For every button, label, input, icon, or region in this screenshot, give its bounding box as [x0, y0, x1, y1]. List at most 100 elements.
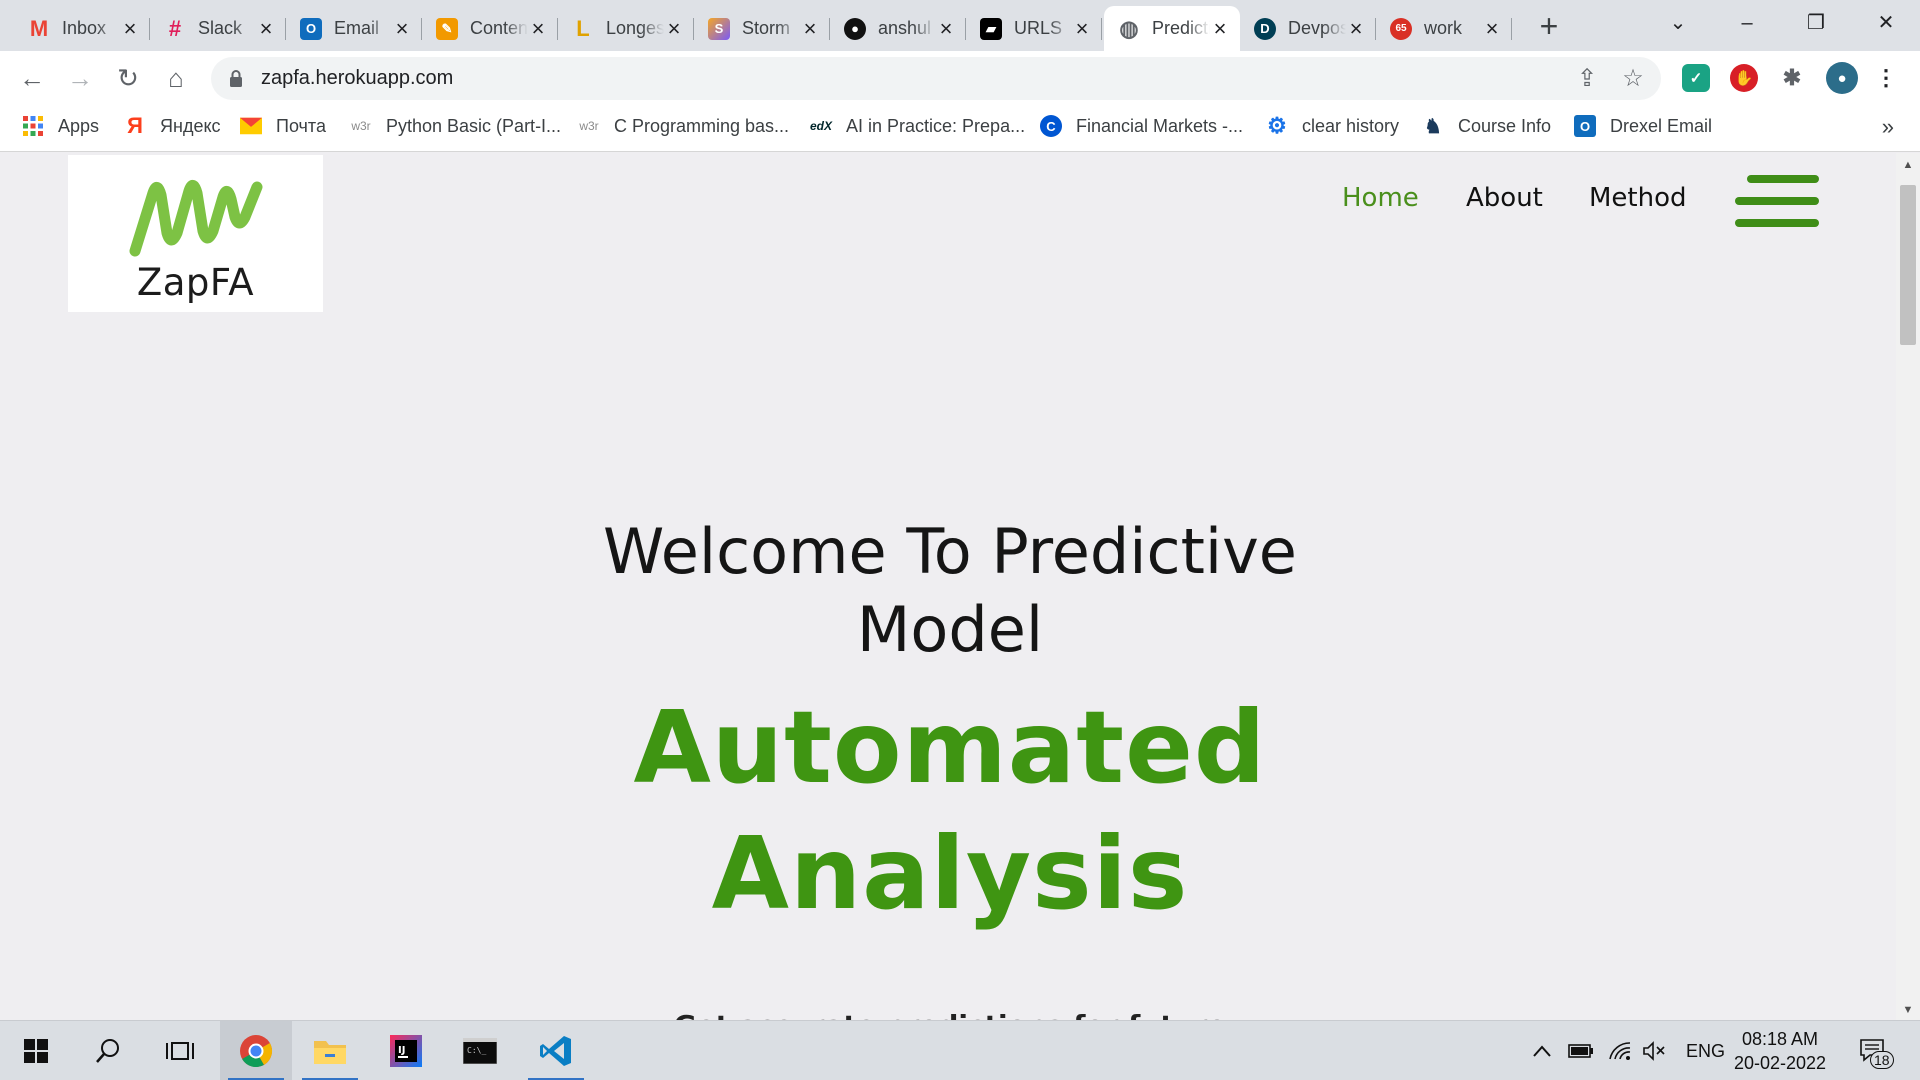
tab-title: Content: [470, 18, 528, 38]
tab-title: anshul: [878, 18, 932, 38]
close-icon[interactable]: ×: [664, 17, 684, 39]
back-button[interactable]: ←: [14, 60, 50, 96]
close-icon[interactable]: ×: [528, 17, 548, 39]
tab-urls[interactable]: ▰ URLS ×: [966, 6, 1102, 51]
coursera-icon: C: [1040, 115, 1062, 137]
address-bar[interactable]: zapfa.herokuapp.com ⇪ ☆: [211, 57, 1661, 100]
scroll-up-arrow-icon[interactable]: ▲: [1896, 159, 1920, 171]
bookmark-python-basic[interactable]: w3r Python Basic (Part-I...: [350, 106, 561, 146]
terminal-icon: C:\_: [463, 1038, 497, 1064]
devpost-icon: D: [1254, 17, 1276, 40]
tab-title: Inbox: [62, 18, 107, 38]
close-icon[interactable]: ×: [800, 17, 820, 39]
extensions-puzzle-icon[interactable]: ✱: [1778, 64, 1806, 92]
tray-overflow-icon[interactable]: [1532, 1021, 1552, 1080]
windows-logo-icon: [24, 1039, 48, 1063]
close-icon[interactable]: ×: [1482, 17, 1502, 39]
bookmark-financial-markets[interactable]: C Financial Markets -...: [1040, 106, 1243, 146]
bookmark-label: Course Info: [1458, 115, 1552, 136]
minimize-button[interactable]: –: [1727, 6, 1767, 40]
close-icon[interactable]: ×: [1210, 17, 1230, 39]
bookmark-c-programming[interactable]: w3r C Programming bas...: [578, 106, 789, 146]
bookmark-yandex[interactable]: Я Яндекс: [124, 106, 220, 146]
lock-icon: [230, 70, 242, 87]
bookmark-label: Drexel Email: [1610, 115, 1713, 136]
nav-home[interactable]: Home: [1342, 183, 1419, 213]
battery-icon[interactable]: [1568, 1021, 1594, 1080]
tab-slack[interactable]: # Slack ×: [150, 6, 286, 51]
tab-storm[interactable]: S Storm ×: [694, 6, 830, 51]
close-icon[interactable]: ×: [1346, 17, 1366, 39]
nav-method[interactable]: Method: [1589, 183, 1687, 213]
tab-github[interactable]: ● anshul ×: [830, 6, 966, 51]
taskbar-terminal[interactable]: C:\_: [444, 1021, 516, 1080]
start-button[interactable]: [0, 1021, 72, 1080]
tab-content[interactable]: ✎ Content ×: [422, 6, 558, 51]
taskbar-file-explorer[interactable]: [294, 1021, 366, 1080]
welcome-line: Model: [856, 593, 1044, 666]
bookmark-drexel-email[interactable]: O Drexel Email: [1574, 106, 1712, 146]
tab-email[interactable]: O Email ×: [286, 6, 422, 51]
avatar[interactable]: ●: [1826, 62, 1858, 94]
close-icon[interactable]: ×: [936, 17, 956, 39]
taskbar-chrome[interactable]: [220, 1021, 292, 1080]
bookmark-pochta[interactable]: Почта: [240, 106, 326, 146]
home-button[interactable]: ⌂: [158, 60, 194, 96]
scroll-thumb[interactable]: [1900, 185, 1916, 345]
bookmark-star-icon[interactable]: ☆: [1617, 63, 1649, 95]
hamburger-menu-icon[interactable]: [1735, 175, 1819, 227]
bookmark-clear-history[interactable]: ⚙ clear history: [1266, 106, 1399, 146]
bookmark-ai-in-practice[interactable]: edX AI in Practice: Prepa...: [810, 106, 1025, 146]
taskbar-vscode[interactable]: [520, 1021, 592, 1080]
welcome-line: Welcome To Predictive: [603, 515, 1297, 588]
close-icon[interactable]: ×: [392, 17, 412, 39]
bookmarks-overflow-button[interactable]: »: [1882, 114, 1894, 140]
url-text: zapfa.herokuapp.com: [261, 67, 454, 89]
chrome-icon: [240, 1035, 273, 1068]
tab-inbox[interactable]: M Inbox ×: [14, 6, 150, 51]
taskbar-intellij[interactable]: IJ: [370, 1021, 442, 1080]
close-icon[interactable]: ×: [120, 17, 140, 39]
nav-about[interactable]: About: [1466, 183, 1543, 213]
page-scrollbar[interactable]: ▲ ▼: [1896, 153, 1920, 1020]
tab-search-icon[interactable]: ⌄: [1658, 6, 1698, 40]
extension-task-icon[interactable]: ✓: [1682, 64, 1710, 92]
yandex-icon: Я: [127, 113, 143, 138]
task-view-button[interactable]: [144, 1021, 216, 1080]
bookmark-label: C Programming bas...: [614, 115, 790, 136]
mail-icon: [240, 115, 262, 137]
tab-work[interactable]: 65 work ×: [1376, 6, 1512, 51]
tab-predictive[interactable]: ◍ Predictive ×: [1104, 6, 1240, 51]
adblock-icon[interactable]: ✋: [1730, 64, 1758, 92]
clock[interactable]: 08:18 AM 20-02-2022: [1700, 1027, 1860, 1075]
notification-count-badge: 18: [1870, 1051, 1894, 1069]
close-window-button[interactable]: ✕: [1866, 6, 1906, 40]
restore-button[interactable]: ❐: [1796, 6, 1836, 40]
forward-button[interactable]: →: [62, 60, 98, 96]
hamburger-bar: [1747, 175, 1819, 183]
github-icon: ●: [844, 17, 866, 40]
svg-text:C:\_: C:\_: [467, 1046, 486, 1055]
wifi-icon[interactable]: [1608, 1021, 1632, 1080]
notifications-button[interactable]: 18: [1858, 1021, 1894, 1080]
bookmark-apps[interactable]: Apps: [22, 106, 99, 146]
bookmark-course-info[interactable]: ♞ Course Info: [1422, 106, 1551, 146]
clock-date: 20-02-2022: [1733, 1053, 1827, 1073]
headline-analysis: Analysis: [711, 815, 1189, 932]
menu-kebab-icon[interactable]: ⋮: [1872, 64, 1900, 92]
scroll-down-arrow-icon[interactable]: ▼: [1896, 1004, 1920, 1016]
share-icon[interactable]: ⇪: [1571, 63, 1603, 95]
svg-text:IJ: IJ: [398, 1045, 405, 1056]
tab-longest[interactable]: L Longest ×: [558, 6, 694, 51]
new-tab-button[interactable]: +: [1532, 10, 1566, 44]
site-logo[interactable]: ZapFA: [68, 155, 323, 312]
volume-muted-icon[interactable]: [1642, 1021, 1666, 1080]
close-icon[interactable]: ×: [256, 17, 276, 39]
reload-button[interactable]: ↻: [110, 60, 146, 96]
tab-separator: [1511, 18, 1512, 40]
tab-devpost[interactable]: D Devpost ×: [1240, 6, 1376, 51]
windows-taskbar: IJ C:\_ ENG 08:18 AM 20-02-2022 18: [0, 1020, 1920, 1080]
folder-icon: [314, 1041, 346, 1064]
close-icon[interactable]: ×: [1072, 17, 1092, 39]
search-button[interactable]: [72, 1021, 144, 1080]
